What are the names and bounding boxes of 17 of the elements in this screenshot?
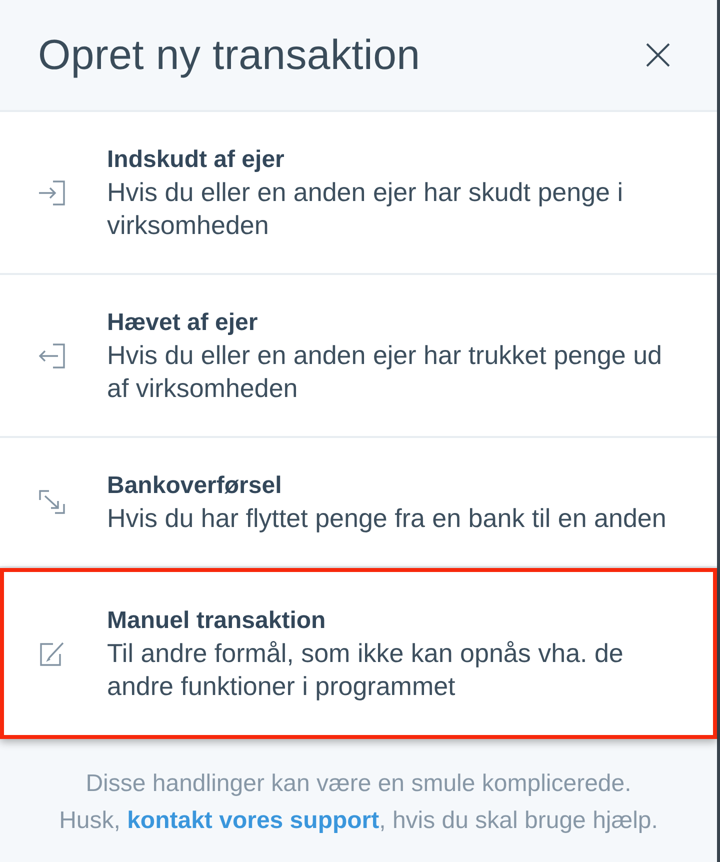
option-title: Indskudt af ejer xyxy=(107,145,286,175)
footer-note: Disse handlinger kan være en smule komplicerede. xyxy=(86,769,632,799)
close-icon xyxy=(646,43,670,67)
option-title: Hævet af ejer xyxy=(107,308,259,338)
arrow-out-of-bracket-icon xyxy=(38,342,66,368)
footer-help-text: Husk, kontakt vores support, hvis du skal bruge hjælp. xyxy=(59,806,658,836)
option-title: Bankoverførsel xyxy=(107,471,283,501)
edit-icon xyxy=(38,640,66,666)
option-title: Manuel transaktion xyxy=(107,606,327,636)
option-description: Hvis du har flyttet penge fra en bank til en anden xyxy=(107,502,668,535)
transfer-arrow-icon xyxy=(38,489,66,515)
option-description: Hvis du eller en anden ejer har trukket penge ud af virksomheden xyxy=(107,339,664,405)
dialog-title: Opret ny transaktion xyxy=(38,30,420,80)
arrow-into-bracket-icon xyxy=(38,180,66,206)
transaction-option[interactable]: Manuel transaktion Til andre formål, som ikke kan opnås vha. de andre funktioner i programmet xyxy=(0,568,717,739)
option-description: Hvis du eller en anden ejer har skudt penge i virksomheden xyxy=(107,176,624,242)
option-description: Til andre formål, som ikke kan opnås vha. de andre funktioner i programmet xyxy=(107,637,624,703)
